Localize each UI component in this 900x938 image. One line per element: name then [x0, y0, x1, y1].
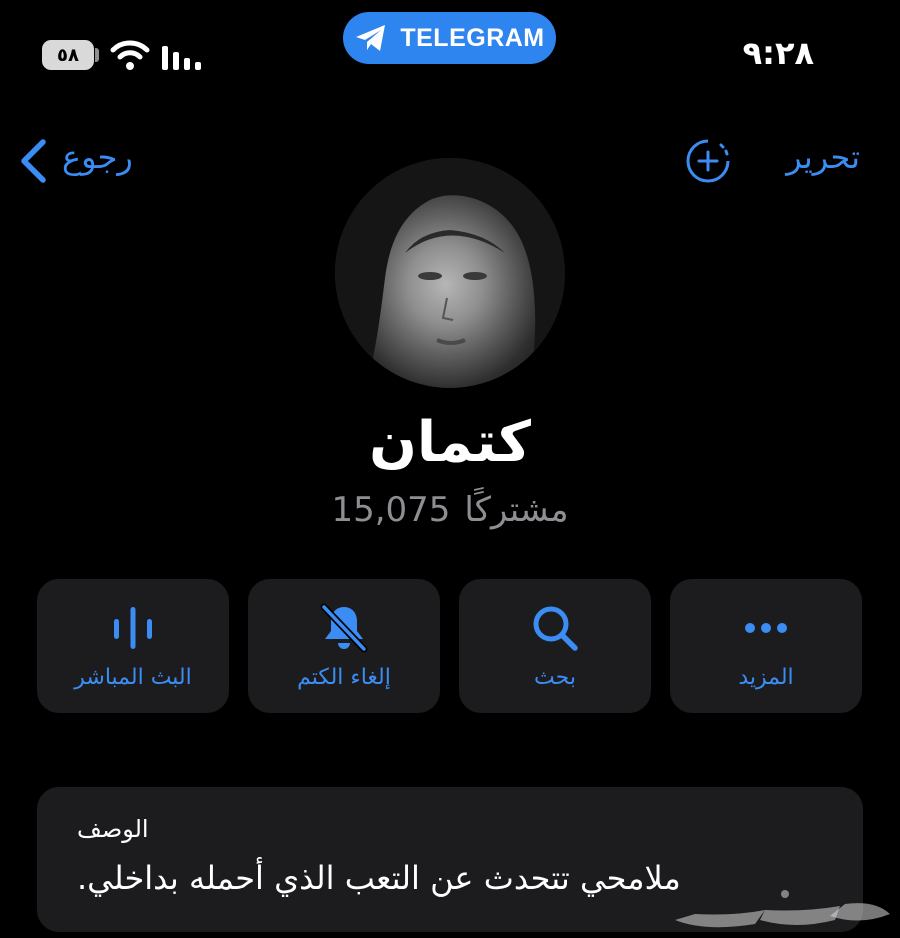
channel-avatar[interactable] — [335, 158, 565, 388]
subscriber-number: 15,075 — [331, 490, 451, 530]
avatar-photo — [335, 158, 565, 388]
telegram-pill[interactable]: TELEGRAM — [343, 12, 556, 64]
back-button[interactable]: رجوع — [62, 138, 133, 176]
add-story-icon[interactable] — [685, 138, 731, 184]
more-label: المزيد — [738, 665, 794, 690]
live-stream-label: البث المباشر — [74, 665, 192, 690]
battery-indicator: ٥٨ — [42, 40, 94, 70]
telegram-pill-label: TELEGRAM — [400, 23, 545, 52]
telegram-plane-icon — [356, 25, 386, 51]
search-button[interactable]: بحث — [459, 579, 651, 713]
edit-button[interactable]: تحرير — [786, 138, 860, 176]
more-button[interactable]: المزيد — [670, 579, 862, 713]
description-text: ملامحي تتحدث عن التعب الذي أحمله بداخلي. — [77, 859, 681, 897]
chevron-left-icon[interactable] — [18, 138, 48, 184]
subscriber-count: 15,075 مشتركًا — [0, 490, 900, 530]
search-icon — [533, 606, 578, 651]
battery-level: ٥٨ — [57, 44, 79, 66]
live-stream-button[interactable]: البث المباشر — [37, 579, 229, 713]
description-title: الوصف — [77, 815, 149, 843]
cellular-signal-icon — [162, 46, 201, 70]
search-label: بحث — [534, 665, 576, 690]
status-time: ٩:٢٨ — [742, 34, 814, 72]
unmute-label: إلغاء الكتم — [297, 665, 391, 690]
unmute-button[interactable]: إلغاء الكتم — [248, 579, 440, 713]
haraj-watermark-logo — [675, 890, 890, 928]
channel-name: كتمان — [369, 410, 531, 475]
wifi-icon — [110, 40, 150, 70]
more-icon — [745, 623, 787, 633]
battery-nub — [95, 48, 99, 62]
subscriber-word: مشتركًا — [464, 490, 569, 530]
live-stream-icon — [114, 607, 152, 649]
bell-slash-icon — [320, 603, 368, 653]
